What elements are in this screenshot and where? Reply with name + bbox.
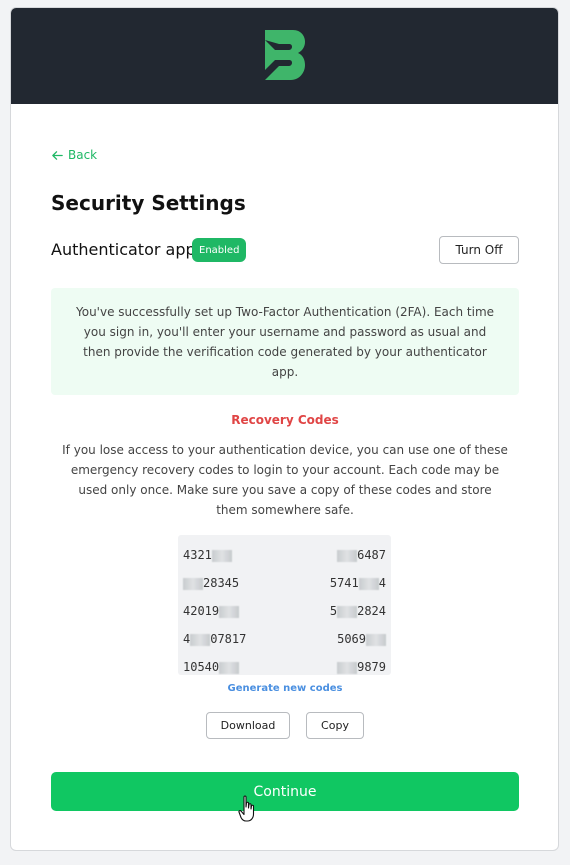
code-row: 4 07817 5069 bbox=[183, 625, 386, 653]
code-row: 10540 9879 bbox=[183, 653, 386, 681]
codes-actions: Download Copy bbox=[206, 712, 364, 739]
turn-off-button[interactable]: Turn Off bbox=[439, 236, 519, 264]
recovery-code: 5 2824 bbox=[329, 604, 386, 618]
redacted-mask bbox=[219, 605, 240, 618]
redacted-mask bbox=[211, 549, 232, 562]
page-title: Security Settings bbox=[51, 191, 246, 215]
recovery-code: 28345 bbox=[183, 576, 239, 590]
recovery-code: 4 07817 bbox=[183, 632, 247, 646]
back-link[interactable]: Back bbox=[51, 148, 97, 162]
redacted-mask bbox=[183, 577, 203, 590]
recovery-code: 10540 bbox=[183, 660, 240, 674]
code-row: 28345 5741 4 bbox=[183, 569, 386, 597]
info-message: You've successfully set up Two-Factor Au… bbox=[75, 304, 495, 379]
b-logo-icon bbox=[265, 30, 305, 80]
status-badge: Enabled bbox=[192, 238, 247, 262]
security-card: Back Security Settings Authenticator app… bbox=[10, 7, 559, 851]
recovery-codes-list: 4321 6487 28345 5741 4 42019 5 2824 4 07817… bbox=[178, 535, 391, 675]
recovery-code: 9879 bbox=[337, 660, 386, 674]
redacted-mask bbox=[337, 549, 358, 562]
redacted-mask bbox=[337, 605, 358, 618]
recovery-code: 6487 bbox=[337, 548, 386, 562]
success-info-box: You've successfully set up Two-Factor Au… bbox=[51, 288, 519, 395]
redacted-mask bbox=[366, 633, 386, 646]
code-row: 4321 6487 bbox=[183, 541, 386, 569]
recovery-codes-title: Recovery Codes bbox=[231, 413, 339, 427]
arrow-left-icon bbox=[52, 150, 63, 160]
continue-button[interactable]: Continue bbox=[51, 772, 519, 811]
redacted-mask bbox=[337, 661, 358, 674]
download-button[interactable]: Download bbox=[206, 712, 290, 739]
redacted-mask bbox=[190, 633, 211, 646]
copy-button[interactable]: Copy bbox=[306, 712, 364, 739]
recovery-code: 42019 bbox=[183, 604, 240, 618]
recovery-codes-description: If you lose access to your authenticatio… bbox=[62, 443, 508, 517]
hand-pointer-icon bbox=[238, 795, 255, 822]
authenticator-app-label: Authenticator app bbox=[51, 240, 196, 259]
app-header bbox=[11, 8, 558, 104]
back-label: Back bbox=[68, 148, 98, 162]
recovery-code: 4321 bbox=[183, 548, 232, 562]
recovery-code: 5069 bbox=[337, 632, 386, 646]
redacted-mask bbox=[358, 577, 379, 590]
redacted-mask bbox=[219, 661, 240, 674]
recovery-code: 5741 4 bbox=[329, 576, 386, 590]
generate-new-codes-link[interactable]: Generate new codes bbox=[51, 683, 519, 694]
code-row: 42019 5 2824 bbox=[183, 597, 386, 625]
